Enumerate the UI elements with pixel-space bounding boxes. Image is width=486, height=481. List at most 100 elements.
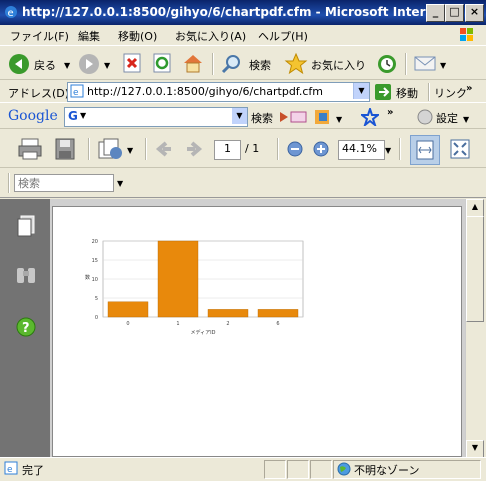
svg-text:e: e (8, 8, 14, 19)
scroll-down-button[interactable]: ▼ (466, 440, 484, 458)
chart-bar (107, 301, 149, 318)
go-arrow-icon[interactable] (375, 84, 391, 100)
pages-panel-icon[interactable] (16, 215, 36, 237)
status-page-icon: e (4, 461, 18, 475)
back-dropdown-icon[interactable]: ▼ (64, 61, 70, 70)
menu-favorites[interactable]: お気に入り(A) (175, 28, 246, 44)
maximize-button[interactable]: □ (445, 4, 464, 22)
mail-dropdown-icon[interactable]: ▼ (440, 61, 446, 70)
close-button[interactable]: × (465, 4, 484, 22)
google-toolbar: Google G ▼ ▼ 検索 ▼ » 設定 ▼ (0, 104, 486, 129)
fit-width-icon (416, 140, 434, 160)
next-page-icon[interactable] (185, 140, 203, 158)
bar-chart: 0 5 10 15 20 0 1 2 6 数 メディアID (85, 239, 304, 336)
links-chevron-icon[interactable]: » (466, 83, 472, 94)
pdf-search-dropdown-icon[interactable]: ▼ (117, 179, 123, 188)
menu-file[interactable]: ファイル(F) (10, 28, 69, 44)
pdf-toolbar-separator (145, 138, 147, 160)
back-icon[interactable] (8, 53, 30, 75)
menu-help[interactable]: ヘルプ(H) (258, 28, 308, 44)
chart-y-tick-label: 20 (92, 239, 98, 245)
svg-text:?: ? (22, 321, 30, 336)
google-settings-dropdown-icon[interactable]: ▼ (463, 115, 469, 124)
chart-x-tick-label: 6 (276, 321, 279, 327)
save-icon[interactable] (55, 138, 75, 160)
google-logo-text: Google (8, 108, 58, 124)
chart-y-tick-label: 15 (92, 258, 98, 264)
google-popup-dropdown-icon[interactable]: ▼ (336, 115, 342, 124)
pdf-search-bar: ▼ (0, 169, 486, 198)
address-label: アドレス(D) (8, 87, 70, 100)
binoculars-icon[interactable] (15, 265, 37, 285)
google-input-dropdown-icon[interactable]: ▼ (232, 108, 247, 124)
svg-text:e: e (73, 88, 79, 98)
toolbar-separator (212, 53, 214, 75)
favorites-button[interactable]: お気に入り (311, 57, 366, 73)
back-button[interactable]: 戻る (34, 57, 56, 73)
chart-bar (257, 309, 299, 318)
google-settings-button[interactable]: 設定 (436, 110, 458, 126)
print-icon[interactable] (18, 138, 42, 160)
google-g-dropdown-icon[interactable]: ▼ (80, 111, 86, 120)
previous-page-icon[interactable] (155, 140, 173, 158)
menu-edit[interactable]: 編集 (78, 28, 100, 44)
status-text: 完了 (22, 464, 44, 477)
fit-width-button[interactable] (410, 135, 440, 165)
forward-icon[interactable] (78, 53, 100, 75)
pdf-toolbar-separator (277, 138, 279, 160)
status-panel (287, 460, 309, 479)
search-grip (8, 173, 10, 193)
search-icon[interactable] (220, 53, 242, 75)
status-panel (264, 460, 286, 479)
scroll-thumb[interactable] (466, 216, 484, 322)
google-news-icon[interactable] (278, 110, 290, 124)
share-dropdown-icon[interactable]: ▼ (127, 146, 133, 155)
search-button[interactable]: 検索 (249, 57, 271, 73)
pdf-navigation-pane: ? (0, 199, 50, 457)
minimize-button[interactable]: _ (426, 4, 445, 22)
forward-dropdown-icon[interactable]: ▼ (104, 61, 110, 70)
help-icon[interactable]: ? (16, 317, 36, 337)
zoom-in-icon[interactable] (313, 141, 329, 157)
chart-y-tick-label: 10 (92, 277, 98, 283)
fit-page-icon[interactable] (450, 139, 470, 159)
google-more-chevron-icon[interactable]: » (387, 107, 393, 118)
zoom-dropdown-icon[interactable]: ▼ (385, 146, 391, 155)
mail-icon[interactable] (414, 54, 438, 72)
standard-toolbar: 戻る ▼ ▼ 検索 お気に入り ▼ (0, 47, 486, 80)
refresh-icon[interactable] (152, 53, 172, 73)
status-panel (310, 460, 332, 479)
scroll-up-button[interactable]: ▲ (466, 199, 484, 217)
go-button[interactable]: 移動 (396, 85, 418, 101)
page-number-input[interactable]: 1 (214, 140, 241, 160)
address-input[interactable]: e http://127.0.0.1:8500/gihyo/6/chartpdf… (67, 82, 370, 102)
menu-go[interactable]: 移動(O) (118, 28, 157, 44)
home-icon[interactable] (182, 52, 204, 74)
google-settings-icon[interactable] (417, 109, 433, 125)
chart-y-tick-label: 0 (95, 315, 98, 321)
chart-y-ticks: 0 5 10 15 20 (92, 239, 98, 321)
zoom-out-icon[interactable] (287, 141, 303, 157)
google-pagerank-icon[interactable] (290, 109, 308, 125)
address-dropdown-icon[interactable]: ▼ (353, 83, 369, 99)
window-title: http://127.0.0.1:8500/gihyo/6/chartpdf.c… (22, 5, 448, 19)
links-label[interactable]: リンク (434, 85, 467, 101)
google-popup-blocker-icon[interactable] (314, 108, 332, 126)
favorites-star-icon[interactable] (284, 52, 308, 76)
zoom-input[interactable]: 44.1% (338, 140, 385, 160)
title-bar: e http://127.0.0.1:8500/gihyo/6/chartpdf… (0, 0, 486, 25)
address-bar: アドレス(D) e http://127.0.0.1:8500/gihyo/6/… (0, 81, 486, 103)
google-search-input[interactable]: G ▼ ▼ (64, 107, 248, 127)
vertical-scrollbar[interactable]: ▲ ▼ (465, 199, 484, 458)
google-bookmark-star-icon[interactable] (361, 108, 379, 126)
google-g-icon: G (68, 109, 78, 123)
svg-text:e: e (7, 465, 13, 475)
pdf-toolbar: ▼ 1 / 1 44.1% ▼ (0, 130, 486, 168)
address-url: http://127.0.0.1:8500/gihyo/6/chartpdf.c… (87, 85, 324, 98)
history-icon[interactable] (376, 53, 398, 75)
pdf-search-input[interactable] (14, 174, 114, 192)
chart-x-tick-label: 0 (126, 321, 129, 327)
share-pages-icon[interactable] (98, 138, 124, 160)
google-search-button[interactable]: 検索 (251, 110, 273, 126)
stop-icon[interactable] (122, 53, 142, 73)
